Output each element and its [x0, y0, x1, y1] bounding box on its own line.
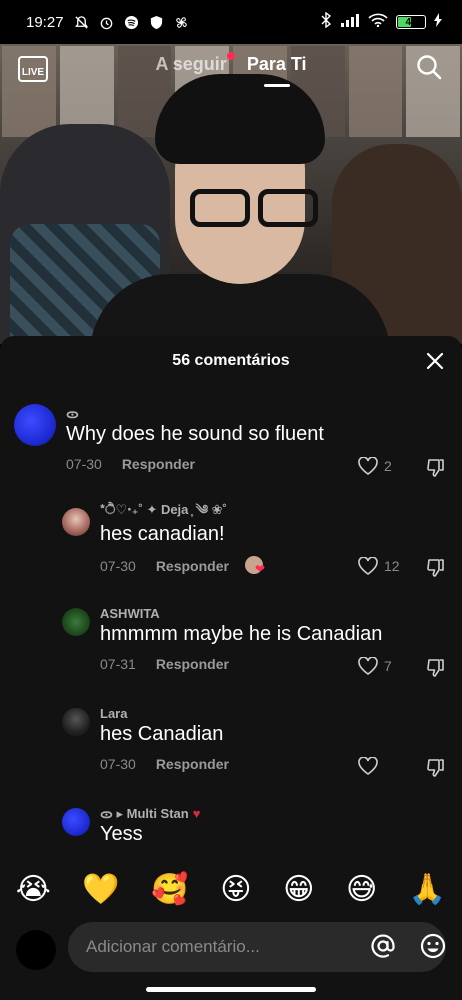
comment-username[interactable]: ᯣ [66, 404, 324, 422]
top-nav: LIVE A seguir Para Ti [0, 50, 462, 90]
alarm-icon [99, 15, 114, 30]
mention-icon[interactable] [370, 933, 396, 959]
battery-level: 47 [405, 16, 417, 28]
comment-reply-item: ASHWITA hmmmm maybe he is Canadian 07-31… [62, 604, 382, 672]
comment-date: 07-31 [100, 656, 136, 672]
comment-text: Yess [100, 823, 143, 845]
comment-username[interactable]: Lara [100, 704, 229, 722]
dislike-icon[interactable] [426, 658, 446, 678]
comment-reply-item: *ੈ♡‧₊˚ ✦ Deja ̥ ༄ ❀˚ hes canadian! 07-30… [62, 502, 269, 576]
heart-icon[interactable] [358, 657, 378, 675]
charging-icon [434, 13, 442, 31]
emoji-picker-icon[interactable] [420, 933, 446, 959]
comment-username[interactable]: ᯣ ▸ Multi Stan ♥ [100, 804, 200, 822]
comment-actions: 12 [358, 557, 406, 575]
reply-button[interactable]: Responder [156, 656, 229, 672]
comment-input-placeholder: Adicionar comentário... [86, 937, 260, 956]
tab-following[interactable]: A seguir [155, 52, 235, 75]
status-time: 19:27 [26, 13, 64, 31]
emoji-button[interactable]: 💛 [82, 872, 119, 907]
avatar[interactable] [62, 708, 90, 736]
like-count: 2 [384, 458, 392, 474]
tab-foryou[interactable]: Para Ti [247, 54, 307, 75]
home-indicator[interactable] [146, 987, 316, 992]
dislike-icon[interactable] [426, 558, 446, 578]
emoji-button[interactable]: 😭 [16, 872, 51, 907]
avatar[interactable] [62, 508, 90, 536]
emoji-button[interactable]: 🥰 [151, 872, 188, 907]
comment-item: ᯣ Why does he sound so fluent 07-30 Resp… [14, 404, 324, 472]
heart-icon[interactable] [358, 757, 378, 775]
spotify-icon [124, 15, 139, 30]
close-icon[interactable] [426, 352, 444, 370]
wifi-icon [368, 13, 388, 31]
heart-icon[interactable] [358, 557, 378, 575]
comment-text: hes Canadian [100, 723, 224, 745]
comment-actions [358, 757, 406, 775]
emoji-button[interactable]: 🙏 [409, 872, 446, 907]
comment-reply-item: Lara hes Canadian 07-30 Responder [62, 704, 229, 772]
like-count: 7 [384, 658, 392, 674]
comment-actions: 7 [358, 657, 406, 675]
heart-icon[interactable] [358, 457, 378, 475]
bluetooth-icon [320, 11, 332, 32]
reply-button[interactable]: Responder [156, 558, 229, 574]
tab-following-label: A seguir [155, 54, 227, 74]
comments-header: 56 comentários [0, 336, 462, 386]
red-heart-icon: ❤ [254, 562, 265, 576]
comment-username[interactable]: ASHWITA [100, 604, 382, 622]
avatar[interactable] [62, 608, 90, 636]
comment-text: hmmmm maybe he is Canadian [100, 623, 383, 645]
emoji-button[interactable]: 😝 [220, 872, 251, 907]
comment-username-text: ᯣ ▸ Multi Stan [100, 806, 189, 821]
comment-input-bar: Adicionar comentário... [0, 918, 462, 1000]
status-bar: 19:27 47 [0, 0, 462, 44]
reply-button[interactable]: Responder [156, 756, 229, 772]
dislike-icon[interactable] [426, 758, 446, 778]
comment-text: hes canadian! [100, 523, 225, 545]
comment-text: Why does he sound so fluent [66, 423, 324, 445]
comment-actions: 2 [358, 457, 406, 475]
comment-date: 07-30 [100, 756, 136, 772]
emoji-button[interactable]: 😁 [283, 872, 314, 907]
comment-username[interactable]: *ੈ♡‧₊˚ ✦ Deja ̥ ༄ ❀˚ [100, 502, 269, 522]
like-count: 12 [384, 558, 400, 574]
my-avatar[interactable] [16, 930, 56, 970]
comment-date: 07-30 [66, 456, 102, 472]
comment-reply-item: ᯣ ▸ Multi Stan ♥ Yess [62, 804, 200, 846]
search-icon[interactable] [416, 54, 442, 80]
battery-icon: 47 [396, 15, 426, 29]
signal-icon [340, 13, 360, 31]
comment-date: 07-30 [100, 558, 136, 574]
quick-emoji-bar: 😭 💛 🥰 😝 😁 😅 🙏 [0, 862, 462, 916]
notification-dot [226, 52, 235, 60]
shield-icon [149, 15, 164, 30]
avatar[interactable] [14, 404, 56, 446]
creator-liked-badge: ❤ [244, 556, 269, 576]
comments-count-title: 56 comentários [172, 352, 290, 369]
emoji-button[interactable]: 😅 [346, 872, 377, 907]
red-heart-icon: ♥ [192, 805, 201, 821]
reply-button[interactable]: Responder [122, 456, 195, 472]
dislike-icon[interactable] [426, 458, 446, 478]
bell-off-icon [74, 15, 89, 30]
video-main-person [90, 74, 390, 344]
avatar[interactable] [62, 808, 90, 836]
fan-icon [174, 15, 189, 30]
